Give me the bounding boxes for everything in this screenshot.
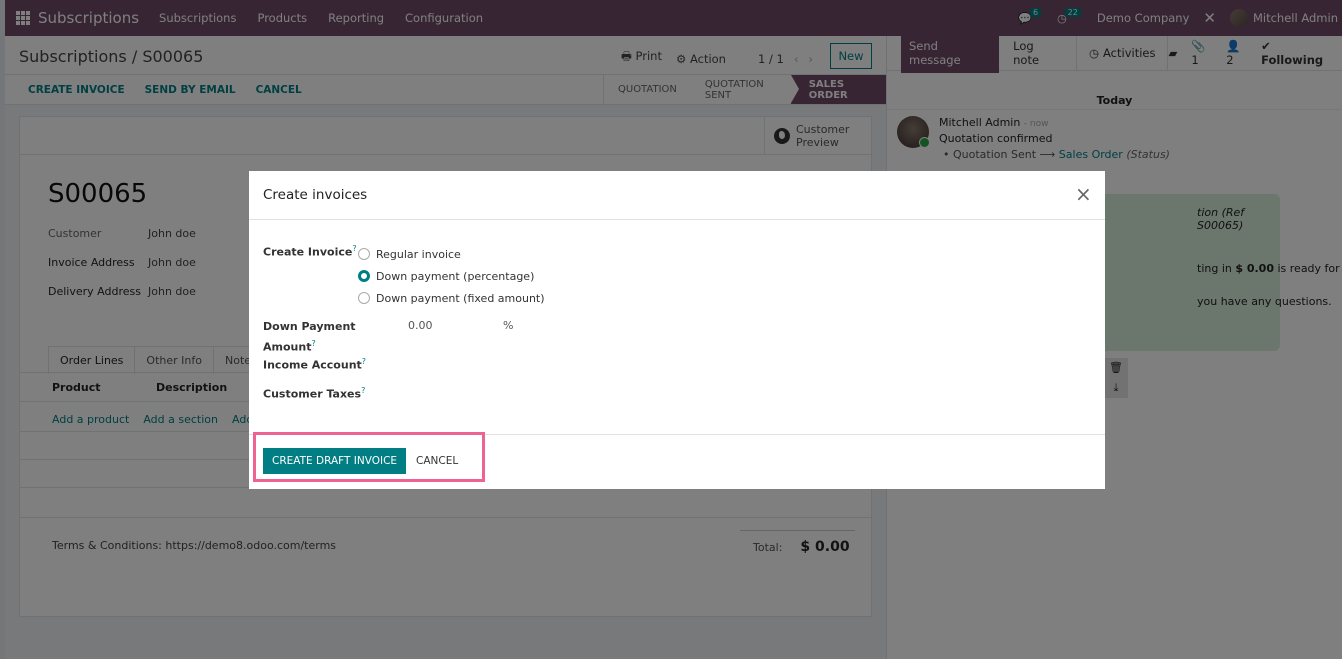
- radio-down-payment-percentage[interactable]: Down payment (percentage): [358, 265, 545, 287]
- dialog-title: Create invoices: [263, 187, 368, 203]
- highlight-annotation: [253, 432, 485, 482]
- label-text: Amount: [263, 340, 312, 354]
- invoice-method-radio-group: Regular invoice Down payment (percentage…: [358, 243, 545, 309]
- down-payment-amount-label: Down Payment Amount?: [263, 318, 356, 356]
- radio-regular-invoice[interactable]: Regular invoice: [358, 243, 545, 265]
- radio-button-checked[interactable]: [358, 270, 370, 282]
- percent-unit: %: [503, 319, 514, 332]
- help-icon[interactable]: ?: [361, 386, 365, 395]
- customer-taxes-label: Customer Taxes?: [263, 386, 365, 401]
- help-icon[interactable]: ?: [362, 357, 366, 366]
- help-icon[interactable]: ?: [311, 339, 315, 348]
- label-text: Create Invoice: [263, 245, 353, 259]
- close-icon[interactable]: ×: [1075, 184, 1092, 204]
- radio-button[interactable]: [358, 292, 370, 304]
- radio-label: Down payment (fixed amount): [376, 291, 545, 305]
- help-icon[interactable]: ?: [352, 244, 356, 253]
- radio-button[interactable]: [358, 248, 370, 260]
- label-text: Income Account: [263, 358, 362, 372]
- create-invoice-label: Create Invoice?: [263, 244, 357, 259]
- label-text: Down Payment: [263, 320, 356, 333]
- label-text: Customer Taxes: [263, 387, 362, 401]
- income-account-label: Income Account?: [263, 357, 366, 372]
- down-payment-amount-input[interactable]: 0.00: [408, 319, 433, 332]
- radio-down-payment-fixed[interactable]: Down payment (fixed amount): [358, 287, 545, 309]
- radio-label: Regular invoice: [376, 247, 461, 261]
- radio-label: Down payment (percentage): [376, 269, 535, 283]
